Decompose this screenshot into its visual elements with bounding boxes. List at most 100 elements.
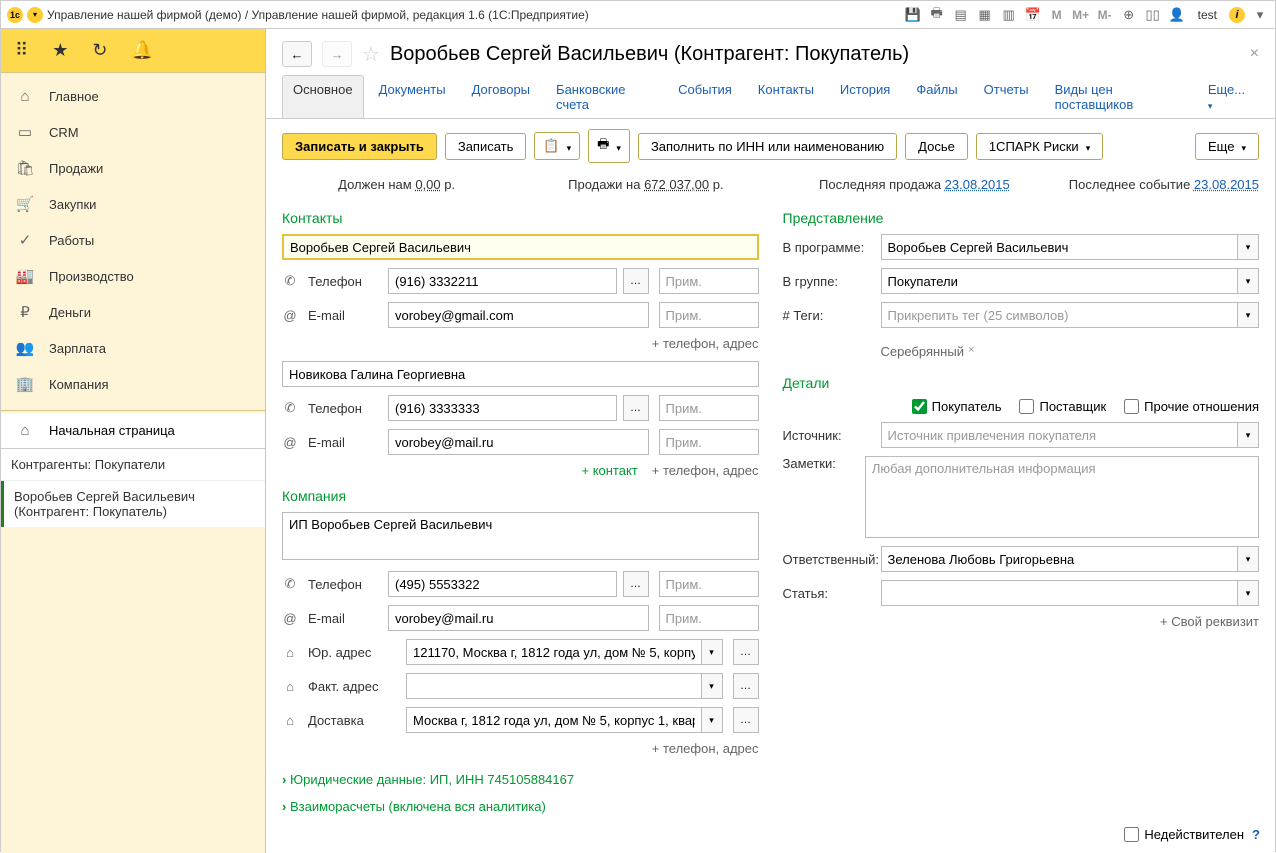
info-last-sale[interactable]: Последняя продажа 23.08.2015 — [781, 177, 1010, 192]
more-button[interactable]: Еще — [1195, 133, 1259, 160]
spark-button[interactable]: 1СПАРК Риски — [976, 133, 1103, 160]
dropdown-icon[interactable]: ▾ — [1237, 268, 1259, 294]
contact2-name-input[interactable] — [282, 361, 759, 387]
tab-contracts[interactable]: Договоры — [461, 75, 541, 118]
dropdown-icon[interactable]: ▾ — [701, 707, 723, 733]
m-icon[interactable]: M — [1048, 6, 1066, 24]
tab-prices[interactable]: Виды цен поставщиков — [1044, 75, 1193, 118]
history-icon[interactable]: ↻ — [92, 40, 107, 61]
other-checkbox[interactable]: Прочие отношения — [1124, 399, 1259, 414]
dropdown-icon[interactable]: ▾ — [1237, 580, 1259, 606]
copy-button[interactable]: 📋 — [534, 132, 580, 160]
save-button[interactable]: Записать — [445, 133, 527, 160]
company-email-input[interactable] — [388, 605, 649, 631]
tab-events[interactable]: События — [667, 75, 743, 118]
info-last-event[interactable]: Последнее событие 23.08.2015 — [1030, 177, 1259, 192]
dossier-button[interactable]: Досье — [905, 133, 968, 160]
username[interactable]: test — [1192, 8, 1223, 22]
sidebar-item-company[interactable]: 🏢Компания — [1, 366, 265, 402]
address-menu-button[interactable]: … — [733, 707, 759, 733]
phone-menu-button[interactable]: … — [623, 395, 649, 421]
settlements-collapse[interactable]: Взаиморасчеты (включена вся аналитика) — [282, 793, 759, 820]
close-icon[interactable]: × — [1250, 45, 1259, 63]
compare-icon[interactable]: ▦ — [976, 6, 994, 24]
sidebar-breadcrumb[interactable]: Контрагенты: Покупатели — [1, 449, 265, 481]
program-input[interactable] — [881, 234, 1238, 260]
sidebar-item-crm[interactable]: ▭CRM — [1, 114, 265, 150]
buyer-checkbox[interactable]: Покупатель — [912, 399, 1002, 414]
contact2-email-note[interactable] — [659, 429, 759, 455]
add-phone-address-link[interactable]: + телефон, адрес — [652, 336, 759, 351]
dropdown-icon[interactable]: ▾ — [701, 673, 723, 699]
help-icon[interactable]: ? — [1252, 827, 1260, 842]
sidebar-item-money[interactable]: ₽Деньги — [1, 294, 265, 330]
company-phone-input[interactable] — [388, 571, 617, 597]
zoom-icon[interactable]: ⊕ — [1120, 6, 1138, 24]
tab-contacts[interactable]: Контакты — [747, 75, 825, 118]
phone-menu-button[interactable]: … — [623, 268, 649, 294]
dropdown-icon[interactable]: ▾ — [1237, 302, 1259, 328]
fact-address-input[interactable] — [406, 673, 701, 699]
company-phone-note[interactable] — [659, 571, 759, 597]
sidebar-item-purchases[interactable]: 🛒Закупки — [1, 186, 265, 222]
tab-documents[interactable]: Документы — [368, 75, 457, 118]
tab-more[interactable]: Еще... — [1197, 75, 1259, 118]
dropdown-icon[interactable]: ▾ — [1237, 422, 1259, 448]
doc-icon[interactable]: ▤ — [952, 6, 970, 24]
address-menu-button[interactable]: … — [733, 673, 759, 699]
save-close-button[interactable]: Записать и закрыть — [282, 133, 437, 160]
tag-remove-icon[interactable]: × — [968, 344, 974, 356]
address-menu-button[interactable]: … — [733, 639, 759, 665]
m-minus-icon[interactable]: M- — [1096, 6, 1114, 24]
contact2-email-input[interactable] — [388, 429, 649, 455]
forward-button[interactable]: → — [322, 41, 352, 67]
favorite-star-icon[interactable]: ☆ — [362, 42, 380, 67]
contact1-phone-input[interactable] — [388, 268, 617, 294]
notes-input[interactable] — [865, 456, 1259, 538]
fill-inn-button[interactable]: Заполнить по ИНН или наименованию — [638, 133, 897, 160]
titlebar-dropdown-icon[interactable]: ▾ — [1251, 6, 1269, 24]
tab-files[interactable]: Файлы — [905, 75, 968, 118]
sidebar-item-work[interactable]: ✓Работы — [1, 222, 265, 258]
company-email-note[interactable] — [659, 605, 759, 631]
sidebar-item-main[interactable]: ⌂Главное — [1, 79, 265, 114]
add-phone-address-link[interactable]: + телефон, адрес — [652, 463, 759, 478]
phone-menu-button[interactable]: … — [623, 571, 649, 597]
source-input[interactable] — [881, 422, 1238, 448]
dropdown-icon[interactable]: ▾ — [701, 639, 723, 665]
star-icon[interactable]: ★ — [52, 40, 68, 61]
contact1-phone-note[interactable] — [659, 268, 759, 294]
dropdown-icon[interactable]: ▾ — [1237, 546, 1259, 572]
own-requisite-link[interactable]: + Свой реквизит — [1160, 614, 1259, 629]
m-plus-icon[interactable]: M+ — [1072, 6, 1090, 24]
supplier-checkbox[interactable]: Поставщик — [1019, 399, 1106, 414]
article-input[interactable] — [881, 580, 1238, 606]
delivery-input[interactable] — [406, 707, 701, 733]
apps-icon[interactable]: ⠿ — [15, 40, 28, 61]
sidebar-current-page[interactable]: Воробьев Сергей Васильевич (Контрагент: … — [1, 481, 265, 527]
calendar-icon[interactable]: 📅 — [1024, 6, 1042, 24]
contact1-email-input[interactable] — [388, 302, 649, 328]
app-menu-dropdown[interactable]: ▾ — [27, 7, 43, 23]
group-input[interactable] — [881, 268, 1238, 294]
tags-input[interactable] — [881, 302, 1238, 328]
responsible-input[interactable] — [881, 546, 1238, 572]
sidebar-item-sales[interactable]: 🛍Продажи — [1, 150, 265, 186]
contact1-name-input[interactable] — [282, 234, 759, 260]
inactive-checkbox[interactable]: Недействителен — [1124, 827, 1244, 842]
contact1-email-note[interactable] — [659, 302, 759, 328]
save-icon[interactable]: 💾 — [904, 6, 922, 24]
add-phone-address-link[interactable]: + телефон, адрес — [652, 741, 759, 756]
print-button[interactable]: 🖶 — [588, 129, 630, 163]
tab-reports[interactable]: Отчеты — [973, 75, 1040, 118]
tab-bank[interactable]: Банковские счета — [545, 75, 663, 118]
sidebar-item-production[interactable]: 🏭Производство — [1, 258, 265, 294]
company-name-input[interactable]: ИП Воробьев Сергей Васильевич — [282, 512, 759, 560]
info-icon[interactable]: i — [1229, 7, 1245, 23]
panels-icon[interactable]: ▯▯ — [1144, 6, 1162, 24]
legal-address-input[interactable] — [406, 639, 701, 665]
dropdown-icon[interactable]: ▾ — [1237, 234, 1259, 260]
sidebar-item-salary[interactable]: 👥Зарплата — [1, 330, 265, 366]
contact2-phone-note[interactable] — [659, 395, 759, 421]
calc-icon[interactable]: ▥ — [1000, 6, 1018, 24]
